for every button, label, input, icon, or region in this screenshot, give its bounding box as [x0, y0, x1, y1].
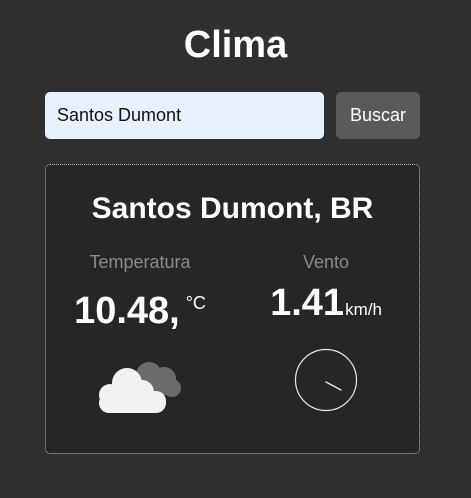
temperature-label: Temperatura [89, 252, 191, 272]
wind-unit: km/h [345, 300, 382, 319]
wind-reading: 1.41km/h [236, 281, 416, 332]
wind-section: Vento 1.41km/h [236, 251, 416, 332]
temperature-unit: °C [185, 293, 206, 313]
wind-label: Vento [302, 252, 350, 272]
page-title: Clima [183, 24, 288, 66]
weather-card: Santos Dumont, BR Temperatura 10.48, °C V… [45, 164, 420, 454]
search-button[interactable]: Buscar [336, 92, 420, 139]
temperature-section: Temperatura 10.48, °C [50, 251, 230, 333]
city-name: Santos Dumont, BR [91, 192, 374, 225]
wind-direction-icon [294, 348, 358, 412]
wind-value: 1.41 [270, 282, 345, 324]
temperature-value: 10.48, [74, 290, 180, 332]
weather-app: Clima Buscar Santos Dumont, BR Temperatu… [0, 0, 471, 498]
city-search-input[interactable] [45, 92, 324, 139]
cloudy-icon [99, 362, 181, 413]
temperature-reading: 10.48, °C [50, 281, 230, 333]
